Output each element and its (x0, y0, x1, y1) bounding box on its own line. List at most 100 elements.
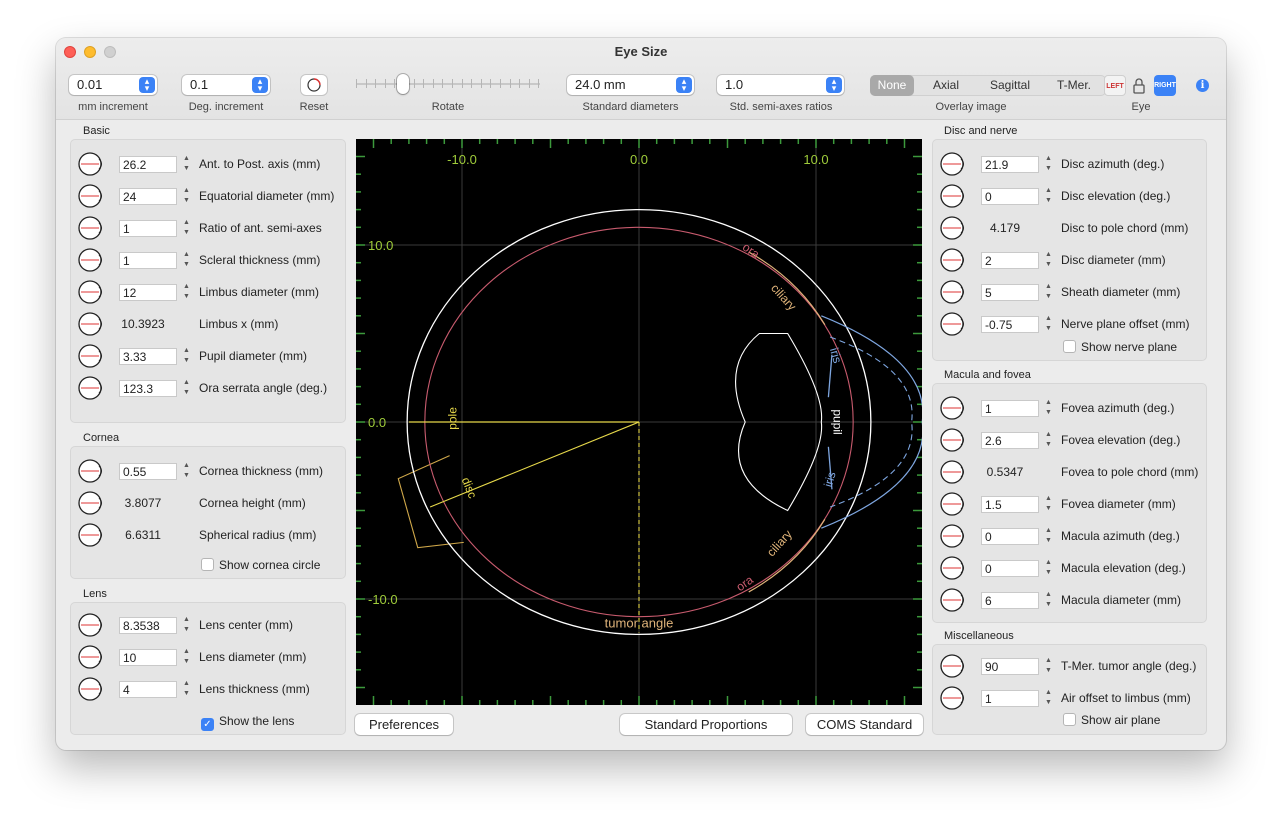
cornea-row: 3.8077 Cornea height (mm) (77, 489, 343, 519)
stepper-icon[interactable]: ▲ ▼ (1043, 494, 1054, 516)
basic-value-field[interactable]: 12 (119, 284, 177, 301)
macula-value-field[interactable]: 2.6 (981, 432, 1039, 449)
stepper-icon[interactable]: ▲ ▼ (1043, 398, 1054, 420)
stepper-icon[interactable]: ▲ ▼ (181, 378, 192, 400)
misc-value-field[interactable]: 90 (981, 658, 1039, 675)
stepper-icon[interactable]: ▲ ▼ (181, 282, 192, 304)
cornea-value-field[interactable]: 0.55 (119, 463, 177, 480)
show-nerve-plane-checkbox[interactable]: Show nerve plane (1063, 340, 1177, 354)
stepper-icon[interactable]: ▲ ▼ (1043, 590, 1054, 612)
disc-row: 4.179 Disc to pole chord (mm) (939, 214, 1205, 244)
reset-button[interactable] (301, 75, 327, 95)
overlay-axial-option[interactable]: Axial (914, 75, 978, 96)
pole-label: pole (446, 407, 460, 430)
overlay-sagittal-option[interactable]: Sagittal (978, 75, 1042, 96)
macula-value-field[interactable]: 1 (981, 400, 1039, 417)
disc-diameter-icon (939, 246, 967, 274)
coms-standard-button[interactable]: COMS Standard (806, 714, 923, 735)
std-ratios-select[interactable]: 1.0 ▴ ▾ (717, 75, 844, 95)
macula-row-label: Macula elevation (deg.) (1061, 561, 1186, 575)
disc-value-field[interactable]: 5 (981, 284, 1039, 301)
ap-axis-icon (77, 150, 105, 178)
rotate-slider-tick (490, 79, 492, 88)
info-icon[interactable]: i (1196, 79, 1209, 92)
disc-value-field[interactable]: 2 (981, 252, 1039, 269)
right-eye-button[interactable]: RIGHT (1154, 75, 1176, 96)
stepper-icon[interactable]: ▲ ▼ (1043, 558, 1054, 580)
rotate-slider-tick (365, 79, 367, 88)
lens-value-field[interactable]: 4 (119, 681, 177, 698)
macula-row-label: Fovea to pole chord (mm) (1061, 465, 1199, 479)
basic-value-field[interactable]: 1 (119, 252, 177, 269)
stepper-icon[interactable]: ▲ ▼ (1043, 154, 1054, 176)
overlay-tmer-option[interactable]: T-Mer. (1042, 75, 1106, 96)
stepper-icon[interactable]: ▲ ▼ (1043, 430, 1054, 452)
stepper-icon[interactable]: ▲ ▼ (181, 679, 192, 701)
stepper-icon[interactable]: ▲ ▼ (1043, 282, 1054, 304)
stepper-icon[interactable]: ▲ ▼ (181, 186, 192, 208)
stepper-icon[interactable]: ▲ ▼ (1043, 186, 1054, 208)
rotate-slider-knob[interactable] (397, 74, 409, 94)
lens-center-icon (77, 611, 105, 639)
macula-value-field[interactable]: 0 (981, 560, 1039, 577)
left-eye-button[interactable]: LEFT (1104, 75, 1126, 96)
pupil-label: pupil (831, 409, 845, 434)
show-air-plane-checkbox[interactable]: Show air plane (1063, 713, 1160, 727)
cornea-thickness-icon (77, 457, 105, 485)
rotate-slider-track[interactable] (356, 83, 540, 85)
stepper-icon[interactable]: ▲ ▼ (1043, 526, 1054, 548)
disc-row-label: Disc diameter (mm) (1061, 253, 1166, 267)
disc-row-label: Disc azimuth (deg.) (1061, 157, 1165, 171)
stepper-icon[interactable]: ▲ ▼ (181, 250, 192, 272)
stepper-icon[interactable]: ▲ ▼ (181, 154, 192, 176)
x-tick-label: 0.0 (630, 152, 648, 167)
ratio-icon (77, 214, 105, 242)
basic-value-field[interactable]: 123.3 (119, 380, 177, 397)
basic-value-field[interactable]: 3.33 (119, 348, 177, 365)
stepper-icon[interactable]: ▲ ▼ (181, 461, 192, 483)
deg-increment-select[interactable]: 0.1 ▴ ▾ (182, 75, 270, 95)
disc-value-field[interactable]: -0.75 (981, 316, 1039, 333)
show-cornea-circle-checkbox[interactable]: Show cornea circle (201, 558, 320, 572)
disc-row-label: Nerve plane offset (mm) (1061, 317, 1190, 331)
stepper-icon[interactable]: ▲ ▼ (1043, 656, 1054, 678)
macula-value-field[interactable]: 1.5 (981, 496, 1039, 513)
lens-value-field[interactable]: 10 (119, 649, 177, 666)
stepper-icon[interactable]: ▲ ▼ (1043, 250, 1054, 272)
stepper-icon[interactable]: ▲ ▼ (181, 615, 192, 637)
misc-value-field[interactable]: 1 (981, 690, 1039, 707)
stepper-icon[interactable]: ▲ ▼ (181, 647, 192, 669)
stepper-icon[interactable]: ▲ ▼ (181, 218, 192, 240)
lock-icon[interactable] (1128, 75, 1150, 96)
mm-increment-select[interactable]: 0.01 ▴ ▾ (69, 75, 157, 95)
basic-value-field[interactable]: 26.2 (119, 156, 177, 173)
basic-value-field[interactable]: 24 (119, 188, 177, 205)
show-lens-checkbox[interactable]: ✓ Show the lens (201, 714, 294, 731)
ora-label-lower: ora (734, 572, 757, 594)
macula-value-field[interactable]: 0 (981, 528, 1039, 545)
disc-value-field[interactable]: 21.9 (981, 156, 1039, 173)
stepper-icon[interactable]: ▲ ▼ (1043, 688, 1054, 710)
disc-row: 0 ▲ ▼ Disc elevation (deg.) (939, 182, 1205, 212)
eye-diagram-canvas[interactable]: -10.0 0.0 10.0 10.0 0.0 -10.0 ora ciliary iris pu… (356, 139, 924, 705)
misc-row: 90 ▲ ▼ T-Mer. tumor angle (deg.) (939, 652, 1205, 682)
rotate-slider-tick (394, 79, 396, 88)
overlay-image-segmented[interactable]: None Axial Sagittal T-Mer. (870, 75, 1106, 96)
macula-row-label: Fovea elevation (deg.) (1061, 433, 1181, 447)
standard-diameters-select[interactable]: 24.0 mm ▴ ▾ (567, 75, 694, 95)
lens-section-title: Lens (83, 588, 107, 600)
disc-value-field[interactable]: 0 (981, 188, 1039, 205)
preferences-button[interactable]: Preferences (355, 714, 453, 735)
stepper-icon[interactable]: ▲ ▼ (181, 346, 192, 368)
standard-proportions-button[interactable]: Standard Proportions (620, 714, 792, 735)
macula-value-field[interactable]: 6 (981, 592, 1039, 609)
rotate-slider-tick (423, 79, 425, 88)
checkbox-icon (201, 558, 214, 571)
chevron-updown-icon: ▴ ▾ (139, 77, 155, 93)
eye-selector[interactable]: LEFT RIGHT (1104, 75, 1179, 96)
stepper-icon[interactable]: ▲ ▼ (1043, 314, 1054, 336)
lens-value-field[interactable]: 8.3538 (119, 617, 177, 634)
basic-row: 12 ▲ ▼ Limbus diameter (mm) (77, 278, 343, 308)
overlay-none-option[interactable]: None (870, 75, 914, 96)
basic-value-field[interactable]: 1 (119, 220, 177, 237)
